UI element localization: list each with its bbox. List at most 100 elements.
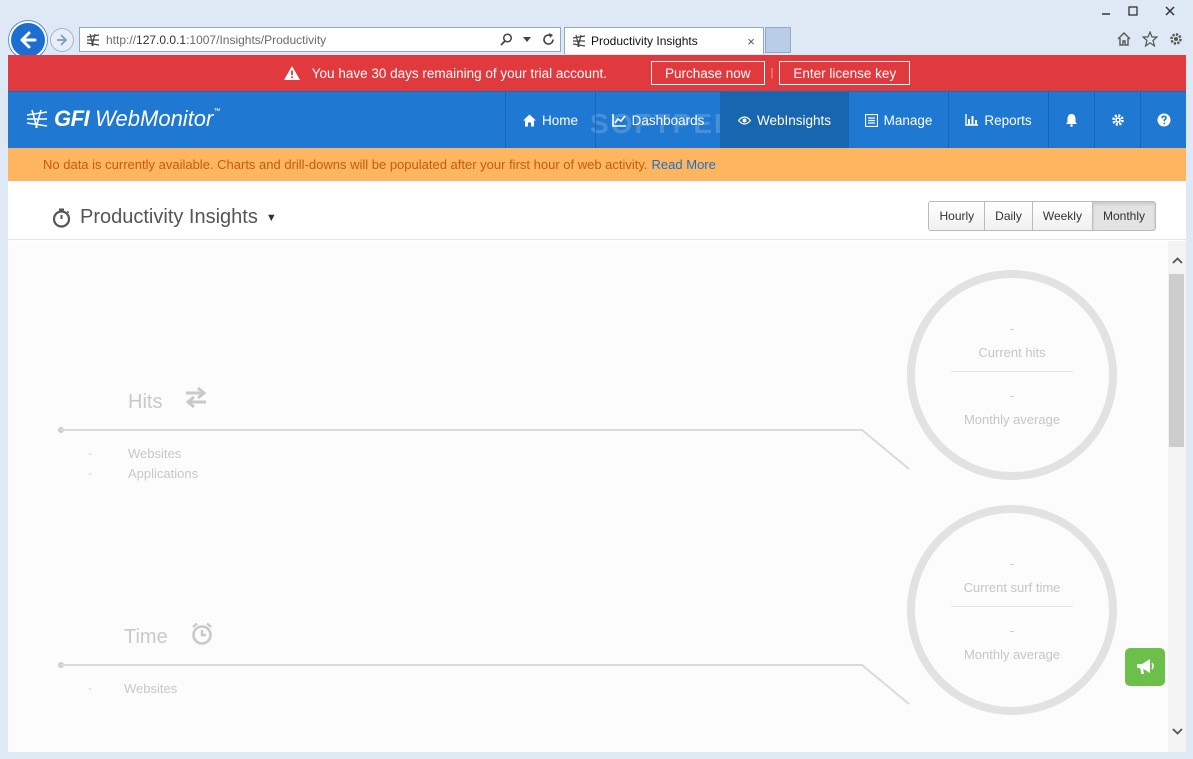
help-icon[interactable] bbox=[1140, 92, 1186, 148]
new-tab-button[interactable] bbox=[765, 27, 791, 53]
browser-chrome: http://127.0.0.1:1007/Insights/Productiv… bbox=[0, 0, 1193, 59]
current-surf-time-value: - bbox=[1009, 555, 1015, 571]
hits-applications-value: - bbox=[88, 466, 92, 480]
back-button[interactable] bbox=[9, 21, 47, 59]
logo-trademark: ™ bbox=[213, 108, 221, 115]
hits-title: Hits bbox=[128, 391, 163, 413]
dropdown-chevron-icon[interactable] bbox=[518, 30, 536, 50]
hits-line bbox=[61, 429, 863, 431]
page-header: Productivity Insights ▼ Hourly Daily Wee… bbox=[8, 181, 1186, 240]
page-viewport: You have 30 days remaining of your trial… bbox=[8, 55, 1186, 752]
refresh-icon[interactable] bbox=[539, 30, 557, 50]
line-chart-icon bbox=[611, 113, 626, 127]
time-connector bbox=[861, 664, 910, 705]
time-range-selector: Hourly Daily Weekly Monthly bbox=[928, 201, 1156, 231]
insights-body: Hits - Websites - Applications - Current… bbox=[8, 241, 1168, 752]
tab-title: Productivity Insights bbox=[591, 34, 698, 48]
site-favicon-icon bbox=[86, 33, 100, 46]
main-menu: Home Dashboards WebInsights Manage Repor… bbox=[505, 92, 1186, 148]
menu-dashboards-label: Dashboards bbox=[631, 112, 705, 128]
warning-icon bbox=[283, 66, 300, 80]
menu-manage[interactable]: Manage bbox=[848, 92, 948, 148]
tab-close-icon[interactable]: × bbox=[743, 34, 759, 49]
read-more-link[interactable]: Read More bbox=[652, 157, 716, 172]
banner-separator: | bbox=[770, 67, 774, 79]
exchange-arrows-icon bbox=[184, 387, 208, 409]
url-path: :1007/Insights/Productivity bbox=[186, 32, 327, 47]
trial-message: You have 30 days remaining of your trial… bbox=[311, 65, 607, 81]
home-icon[interactable] bbox=[1115, 30, 1133, 48]
chevron-down-icon: ▼ bbox=[265, 211, 277, 224]
app-navbar: GFI WebMonitor ™ SOFTPEDIA Home Dashboar… bbox=[8, 91, 1186, 148]
time-websites-value: - bbox=[88, 681, 92, 695]
menu-reports[interactable]: Reports bbox=[948, 92, 1048, 148]
menu-webinsights-label: WebInsights bbox=[756, 112, 832, 128]
window-controls bbox=[1092, 0, 1193, 22]
arrow-right-icon bbox=[57, 34, 68, 46]
alarm-clock-icon bbox=[191, 622, 213, 646]
time-monthly-average-label: Monthly average bbox=[963, 647, 1061, 662]
hits-websites-label[interactable]: Websites bbox=[128, 446, 181, 461]
no-data-notice: No data is currently available. Charts a… bbox=[8, 148, 1186, 181]
hits-circle-divider bbox=[951, 371, 1073, 372]
bar-chart-icon bbox=[965, 114, 979, 126]
url-text[interactable]: http://127.0.0.1:1007/Insights/Productiv… bbox=[106, 33, 497, 47]
hits-connector bbox=[861, 429, 910, 470]
page-title-dropdown[interactable]: Productivity Insights ▼ bbox=[52, 206, 277, 229]
time-websites-label[interactable]: Websites bbox=[124, 681, 177, 696]
url-scheme: http:// bbox=[106, 32, 137, 47]
time-title: Time bbox=[124, 626, 168, 648]
browser-toolbar-icons bbox=[1115, 30, 1185, 48]
menu-dashboards[interactable]: Dashboards bbox=[595, 92, 720, 148]
maximize-icon[interactable] bbox=[1119, 0, 1146, 22]
logo-gfi: GFI bbox=[54, 106, 90, 131]
hits-monthly-average-label: Monthly average bbox=[963, 412, 1061, 427]
feedback-megaphone-button[interactable] bbox=[1125, 648, 1165, 686]
hits-monthly-average-value: - bbox=[1009, 387, 1015, 403]
menu-home-label: Home bbox=[541, 112, 578, 128]
menu-webinsights[interactable]: WebInsights bbox=[720, 92, 848, 148]
browser-tab[interactable]: Productivity Insights × bbox=[564, 27, 764, 54]
logo-mark-icon bbox=[26, 109, 48, 129]
current-surf-time-label: Current surf time bbox=[963, 580, 1061, 595]
gfi-webmonitor-logo[interactable]: GFI WebMonitor ™ bbox=[26, 106, 220, 132]
menu-manage-label: Manage bbox=[883, 112, 933, 128]
range-hourly-button[interactable]: Hourly bbox=[929, 202, 985, 230]
hits-applications-label[interactable]: Applications bbox=[128, 466, 198, 481]
range-weekly-button[interactable]: Weekly bbox=[1031, 202, 1092, 230]
address-bar[interactable]: http://127.0.0.1:1007/Insights/Productiv… bbox=[79, 27, 561, 52]
list-icon bbox=[864, 113, 878, 127]
scrollbar-thumb[interactable] bbox=[1169, 274, 1184, 447]
settings-gear-icon[interactable] bbox=[1167, 30, 1185, 48]
forward-button[interactable] bbox=[50, 28, 74, 52]
time-circle-divider bbox=[951, 606, 1073, 607]
page-title: Productivity Insights bbox=[80, 206, 258, 228]
no-data-message: No data is currently available. Charts a… bbox=[43, 157, 648, 172]
menu-reports-label: Reports bbox=[984, 112, 1032, 128]
trial-banner: You have 30 days remaining of your trial… bbox=[8, 55, 1186, 91]
settings-gear-icon[interactable] bbox=[1094, 92, 1140, 148]
time-summary-circle: - Current surf time - Monthly average bbox=[907, 505, 1117, 715]
range-daily-button[interactable]: Daily bbox=[984, 202, 1032, 230]
time-monthly-average-value: - bbox=[1009, 622, 1015, 638]
window-close-icon[interactable] bbox=[1146, 0, 1193, 22]
scroll-up-icon[interactable] bbox=[1168, 251, 1186, 269]
eye-icon bbox=[737, 115, 751, 125]
hits-summary-circle: - Current hits - Monthly average bbox=[907, 270, 1117, 480]
favorites-star-icon[interactable] bbox=[1141, 30, 1159, 48]
time-line bbox=[61, 664, 863, 666]
range-monthly-button[interactable]: Monthly bbox=[1091, 202, 1155, 230]
enter-license-key-button[interactable]: Enter license key bbox=[779, 61, 911, 85]
hits-websites-value: - bbox=[88, 446, 92, 460]
search-icon[interactable] bbox=[497, 30, 515, 50]
logo-webmonitor: WebMonitor bbox=[95, 106, 214, 131]
minimize-icon[interactable] bbox=[1092, 0, 1119, 22]
vertical-scrollbar[interactable] bbox=[1168, 241, 1186, 752]
url-host: 127.0.0.1 bbox=[136, 32, 187, 47]
purchase-now-button[interactable]: Purchase now bbox=[650, 61, 765, 85]
current-hits-value: - bbox=[1009, 320, 1015, 336]
tab-favicon-icon bbox=[572, 34, 586, 48]
notifications-bell-icon[interactable] bbox=[1048, 92, 1094, 148]
menu-home[interactable]: Home bbox=[505, 92, 595, 148]
scroll-down-icon[interactable] bbox=[1168, 722, 1186, 740]
